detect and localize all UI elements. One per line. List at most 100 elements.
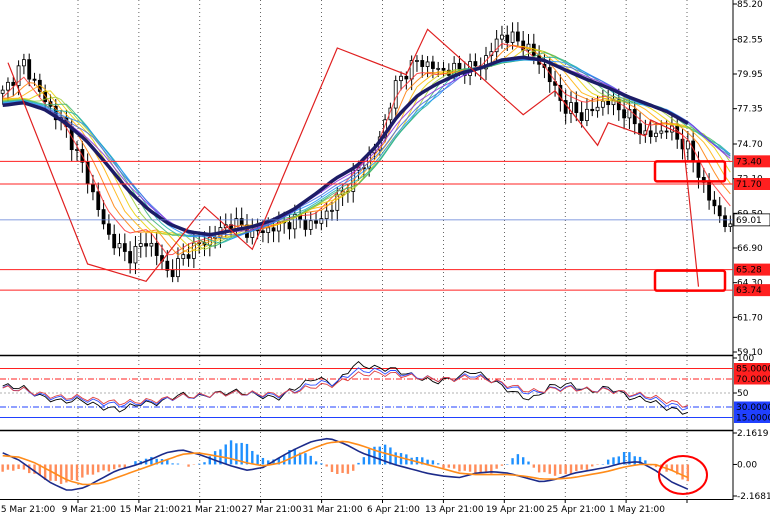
candle-body (500, 35, 503, 39)
candle-body (315, 221, 318, 224)
macd-histogram-bar (7, 464, 9, 469)
time-tick-label: 1 May 21:00 (609, 505, 665, 515)
macd-histogram-bar (543, 464, 545, 472)
macd-tick-label: 0.00 (737, 460, 757, 470)
macd-histogram-bar (681, 464, 683, 479)
candle-body (431, 62, 434, 69)
macd-histogram-bar (331, 464, 333, 472)
price-tick-label: 77.35 (737, 105, 763, 115)
candle-body (155, 243, 158, 255)
candle-body (6, 82, 9, 90)
candle-body (288, 223, 291, 229)
macd-histogram-bar (198, 464, 200, 465)
candle-body (426, 62, 429, 67)
price-tick-label: 66.90 (737, 244, 763, 254)
candle-body (665, 131, 668, 132)
candle-body (129, 251, 132, 262)
macd-histogram-bar (81, 464, 83, 477)
time-tick-label: 5 Mar 21:00 (1, 505, 56, 515)
time-tick-label: 13 Apr 21:00 (425, 505, 484, 515)
macd-histogram-bar (341, 464, 343, 472)
candle-body (607, 101, 610, 104)
candle-body (304, 220, 307, 230)
macd-histogram-bar (203, 462, 205, 464)
candle-body (601, 101, 604, 107)
macd-histogram-bar (469, 464, 471, 471)
macd-histogram-bar (76, 464, 78, 480)
macd-histogram-bar (495, 464, 497, 468)
time-tick-label: 27 Mar 21:00 (242, 505, 302, 515)
candle-body (729, 224, 732, 227)
macd-histogram-bar (102, 464, 104, 470)
candle-body (585, 109, 588, 120)
candle-body (123, 244, 126, 252)
candle-body (458, 63, 461, 69)
rsi-level-label: 30.0000 (736, 403, 770, 413)
candle-body (22, 60, 25, 66)
macd-histogram-bar (416, 457, 418, 464)
time-tick-label: 31 Mar 21:00 (302, 505, 362, 515)
candle-body (309, 221, 312, 230)
macd-histogram-bar (171, 463, 173, 464)
macd-histogram-bar (86, 464, 88, 474)
candle-body (623, 110, 626, 118)
candle-body (724, 216, 727, 227)
price-tick-label: 61.70 (737, 313, 763, 323)
rsi-level-label: 15.0000 (736, 414, 770, 424)
macd-histogram-bar (586, 464, 588, 469)
rsi-level-label: 70.0000 (736, 375, 770, 385)
macd-histogram-bar (49, 464, 51, 480)
macd-histogram-bar (453, 464, 455, 468)
macd-histogram-bar (522, 457, 524, 464)
time-tick-label: 6 Apr 21:00 (367, 505, 420, 515)
candle-body (516, 32, 519, 41)
candle-body (394, 81, 397, 108)
price-tick-label: 82.55 (737, 35, 763, 45)
candle-body (1, 90, 4, 93)
chart-svg: 5 Mar 21:009 Mar 21:0015 Mar 21:0021 Mar… (0, 0, 770, 518)
candle-body (415, 60, 418, 61)
current-price-label: 69.01 (736, 216, 762, 226)
macd-histogram-bar (352, 464, 354, 470)
macd-histogram-bar (315, 461, 317, 464)
time-tick-label: 15 Mar 21:00 (120, 505, 180, 515)
time-tick-label: 21 Mar 21:00 (181, 505, 241, 515)
macd-histogram-bar (479, 464, 481, 472)
candle-body (267, 228, 270, 233)
candle-body (639, 124, 642, 135)
macd-histogram-bar (389, 447, 391, 464)
candle-body (421, 60, 424, 66)
candle-body (713, 200, 716, 206)
macd-histogram-bar (511, 458, 513, 464)
price-tick-label: 85.20 (737, 0, 763, 10)
candle-body (654, 133, 657, 136)
macd-histogram-bar (432, 460, 434, 464)
macd-histogram-bar (458, 464, 460, 471)
macd-histogram-bar (395, 452, 397, 464)
rsi-tick-label: 50 (737, 389, 749, 399)
macd-histogram-bar (437, 463, 439, 464)
macd-histogram-bar (325, 464, 327, 466)
macd-histogram-bar (575, 464, 577, 471)
candle-body (580, 113, 583, 121)
macd-histogram-bar (368, 449, 370, 464)
macd-histogram-bar (235, 443, 237, 464)
candle-body (511, 32, 514, 42)
macd-histogram-bar (256, 455, 258, 465)
candle-body (718, 206, 721, 216)
macd-histogram-bar (400, 453, 402, 464)
candle-body (320, 219, 323, 224)
level-price-label: 71.70 (736, 180, 762, 190)
candle-body (591, 109, 594, 110)
macd-histogram-bar (177, 464, 179, 465)
chart-root: 5 Mar 21:009 Mar 21:0015 Mar 21:0021 Mar… (0, 0, 770, 518)
macd-histogram-bar (634, 456, 636, 464)
candle-body (166, 261, 169, 270)
candle-body (187, 255, 190, 259)
macd-histogram-bar (564, 464, 566, 474)
time-tick-label: 19 Apr 21:00 (486, 505, 545, 515)
level-price-label: 65.28 (736, 266, 762, 276)
macd-histogram-bar (357, 463, 359, 465)
price-tick-label: 79.95 (737, 70, 763, 80)
candle-body (139, 244, 142, 247)
